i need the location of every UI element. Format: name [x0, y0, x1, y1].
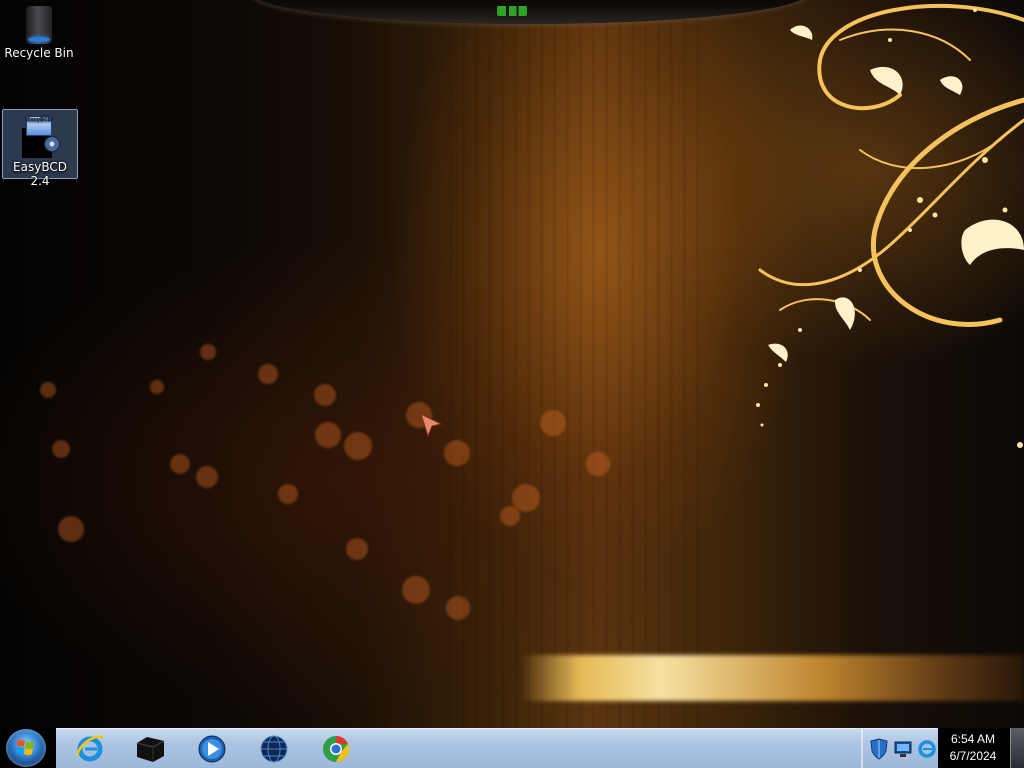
- desktop-wallpaper[interactable]: [0, 0, 1024, 728]
- bokeh-dot: [258, 364, 278, 384]
- bokeh-dot: [446, 596, 470, 620]
- bokeh-dot: [52, 440, 70, 458]
- shield-icon[interactable]: [868, 738, 890, 760]
- wallpaper-streaks: [440, 0, 700, 728]
- internet-explorer-tray-icon[interactable]: [916, 738, 938, 760]
- mouse-cursor-icon: [420, 413, 443, 438]
- bokeh-dot: [40, 382, 56, 398]
- bokeh-dot: [402, 576, 430, 604]
- wallpaper-green-indicator: [497, 6, 527, 16]
- bokeh-dot: [150, 380, 164, 394]
- chrome-icon: [323, 736, 349, 762]
- show-desktop-button[interactable]: [1010, 728, 1024, 768]
- bokeh-dot: [500, 506, 520, 526]
- taskbar-pinned-internet-explorer[interactable]: [74, 733, 106, 765]
- taskbar: 6:54 AM 6/7/2024: [0, 728, 1024, 768]
- bokeh-dot: [278, 484, 298, 504]
- bokeh-dot: [314, 384, 336, 406]
- taskbar-band: [56, 728, 938, 768]
- bokeh-dot: [58, 516, 84, 542]
- media-player-icon: [198, 735, 226, 763]
- taskbar-pinned-box[interactable]: [134, 733, 166, 765]
- clock-time: 6:54 AM: [950, 732, 996, 746]
- network-icon[interactable]: [892, 738, 914, 760]
- bokeh-dot: [315, 422, 341, 448]
- bokeh-dot: [196, 466, 218, 488]
- taskbar-pinned-chrome[interactable]: [320, 733, 352, 765]
- easybcd-icon: EasyBCD: [16, 114, 64, 158]
- bokeh-dot: [444, 440, 470, 466]
- wallpaper-top-arc: [250, 0, 810, 24]
- bokeh-dot: [586, 452, 610, 476]
- wallpaper-glow-bar: [520, 655, 1024, 701]
- globe-icon: [260, 735, 288, 763]
- windows-logo-icon: [16, 739, 34, 756]
- easybcd-card: EasyBCD: [26, 116, 52, 136]
- taskbar-pinned-globe[interactable]: [258, 733, 290, 765]
- bokeh-dot: [170, 454, 190, 474]
- black-box-icon: [136, 737, 165, 762]
- desktop-icon-easybcd[interactable]: EasyBCD EasyBCD 2.4: [2, 109, 78, 188]
- tray-separator: [861, 729, 863, 768]
- taskbar-pinned-media-player[interactable]: [196, 733, 228, 765]
- bokeh-dot: [344, 432, 372, 460]
- desktop-icon-label: Recycle Bin: [4, 46, 74, 60]
- desktop-icon-label: EasyBCD 2.4: [13, 160, 67, 188]
- clock-date: 6/7/2024: [949, 749, 997, 763]
- bokeh-dot: [200, 344, 216, 360]
- bokeh-dot: [540, 410, 566, 436]
- start-button[interactable]: [6, 729, 46, 767]
- golden-swirl-ornament: [756, 3, 1024, 448]
- internet-explorer-icon: [75, 735, 104, 762]
- recycle-bin-icon: [26, 6, 52, 44]
- taskbar-clock[interactable]: 6:54 AM 6/7/2024: [938, 728, 1008, 768]
- bokeh-dot: [346, 538, 368, 560]
- desktop-icon-recycle-bin[interactable]: Recycle Bin: [2, 6, 76, 60]
- easybcd-disc: [44, 136, 60, 152]
